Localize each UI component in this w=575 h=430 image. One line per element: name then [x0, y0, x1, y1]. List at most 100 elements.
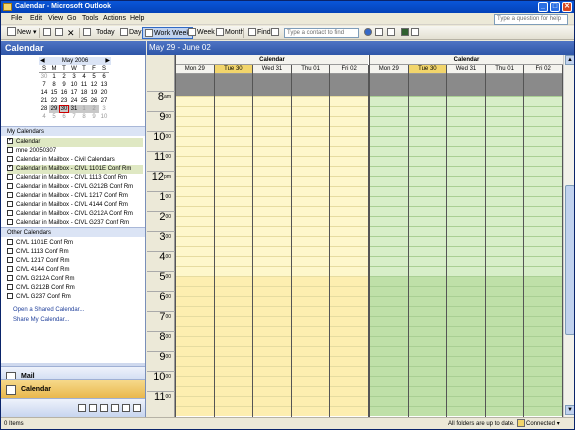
time-slot[interactable]	[408, 276, 447, 286]
prev-month-icon[interactable]: ◀	[40, 57, 45, 65]
time-slot[interactable]	[485, 226, 524, 236]
time-slot[interactable]	[253, 166, 291, 176]
new-button[interactable]: New ▾	[5, 27, 38, 39]
time-slot[interactable]	[176, 386, 214, 396]
calendar-list-item[interactable]: Calendar in Mailbox - Civil Calendars	[7, 156, 143, 165]
time-slot[interactable]	[524, 136, 562, 146]
time-slot[interactable]	[176, 306, 214, 316]
time-slot[interactable]	[408, 286, 447, 296]
time-slot[interactable]	[253, 376, 291, 386]
time-slot[interactable]	[524, 296, 562, 306]
calendar-checkbox[interactable]	[7, 239, 13, 245]
time-slot[interactable]	[253, 136, 291, 146]
all-day-area[interactable]	[408, 74, 447, 96]
calendar-checkbox[interactable]	[7, 219, 13, 225]
time-slot[interactable]	[447, 306, 485, 316]
time-slot[interactable]	[370, 406, 408, 416]
toolbar-app-icon[interactable]	[401, 27, 410, 39]
menu-help[interactable]: Help	[130, 15, 144, 22]
time-slot[interactable]	[176, 216, 214, 226]
time-slot[interactable]	[330, 176, 368, 186]
time-slot[interactable]	[485, 356, 524, 366]
time-slot[interactable]	[176, 136, 214, 146]
time-slot[interactable]	[214, 306, 253, 316]
calendar-checkbox[interactable]	[7, 293, 13, 299]
time-slot[interactable]	[330, 206, 368, 216]
time-slot[interactable]	[524, 246, 562, 256]
time-slot[interactable]	[253, 316, 291, 326]
time-slot[interactable]	[291, 226, 330, 236]
time-slot[interactable]	[253, 276, 291, 286]
menu-actions[interactable]: Actions	[103, 15, 126, 22]
time-slot[interactable]	[176, 126, 214, 136]
time-slot[interactable]	[214, 136, 253, 146]
date-cell[interactable]: 1	[49, 73, 59, 81]
all-day-area[interactable]	[253, 74, 291, 96]
time-slot[interactable]	[253, 256, 291, 266]
time-slot[interactable]	[447, 336, 485, 346]
time-slot[interactable]	[176, 346, 214, 356]
time-slot[interactable]	[408, 236, 447, 246]
time-slot[interactable]	[370, 276, 408, 286]
date-cell[interactable]: 10	[99, 113, 109, 121]
menu-edit[interactable]: Edit	[30, 15, 42, 22]
scroll-thumb[interactable]	[565, 185, 574, 335]
time-slot[interactable]	[214, 226, 253, 236]
time-slot[interactable]	[408, 306, 447, 316]
time-slot[interactable]	[485, 346, 524, 356]
time-slot[interactable]	[370, 306, 408, 316]
time-slot[interactable]	[485, 276, 524, 286]
time-slot[interactable]	[330, 236, 368, 246]
time-slot[interactable]	[291, 396, 330, 406]
calendar-list-item[interactable]: CIVL 1101E Conf Rm	[7, 239, 143, 248]
time-slot[interactable]	[447, 146, 485, 156]
day-header[interactable]: Fri 02	[330, 65, 368, 74]
time-slot[interactable]	[408, 186, 447, 196]
calendar-checkbox[interactable]	[7, 174, 13, 180]
time-slot[interactable]	[370, 356, 408, 366]
date-cell[interactable]: 16	[59, 89, 69, 97]
time-slot[interactable]	[330, 276, 368, 286]
time-slot[interactable]	[447, 236, 485, 246]
share-my-calendar-link[interactable]: Share My Calendar...	[13, 317, 69, 323]
time-slot[interactable]	[524, 106, 562, 116]
time-slot[interactable]	[330, 136, 368, 146]
time-slot[interactable]	[214, 386, 253, 396]
time-slot[interactable]	[485, 116, 524, 126]
time-slot[interactable]	[408, 216, 447, 226]
time-slot[interactable]	[370, 136, 408, 146]
calendar-checkbox[interactable]	[7, 183, 13, 189]
date-cell[interactable]: 2	[59, 73, 69, 81]
time-slot[interactable]	[408, 226, 447, 236]
calendar-list-item[interactable]: Calendar in Mailbox - CIVL G212B Conf Rm	[7, 183, 143, 192]
time-slot[interactable]	[370, 196, 408, 206]
time-slot[interactable]	[524, 226, 562, 236]
scroll-up-icon[interactable]: ▲	[565, 55, 574, 65]
time-slot[interactable]	[447, 316, 485, 326]
time-slot[interactable]	[291, 176, 330, 186]
time-slot[interactable]	[291, 386, 330, 396]
time-slot[interactable]	[176, 156, 214, 166]
calendar-list-item[interactable]: Calendar in Mailbox - CIVL 1217 Conf Rm	[7, 192, 143, 201]
time-slot[interactable]	[176, 266, 214, 276]
time-slot[interactable]	[447, 226, 485, 236]
time-slot[interactable]	[524, 146, 562, 156]
calendar-checkbox[interactable]	[7, 156, 13, 162]
calendar-checkbox[interactable]	[7, 266, 13, 272]
time-slot[interactable]	[214, 266, 253, 276]
time-slot[interactable]	[291, 306, 330, 316]
time-slot[interactable]	[330, 126, 368, 136]
date-cell[interactable]: 9	[89, 113, 99, 121]
date-cell[interactable]: 6	[59, 113, 69, 121]
time-slot[interactable]	[330, 316, 368, 326]
time-slot[interactable]	[408, 316, 447, 326]
time-slot[interactable]	[370, 396, 408, 406]
calendar-checkbox[interactable]	[7, 248, 13, 254]
time-slot[interactable]	[370, 156, 408, 166]
time-slot[interactable]	[524, 216, 562, 226]
time-slot[interactable]	[253, 296, 291, 306]
time-slot[interactable]	[408, 386, 447, 396]
time-slot[interactable]	[370, 96, 408, 106]
day-column[interactable]: Fri 02	[524, 65, 563, 417]
time-slot[interactable]	[330, 296, 368, 306]
